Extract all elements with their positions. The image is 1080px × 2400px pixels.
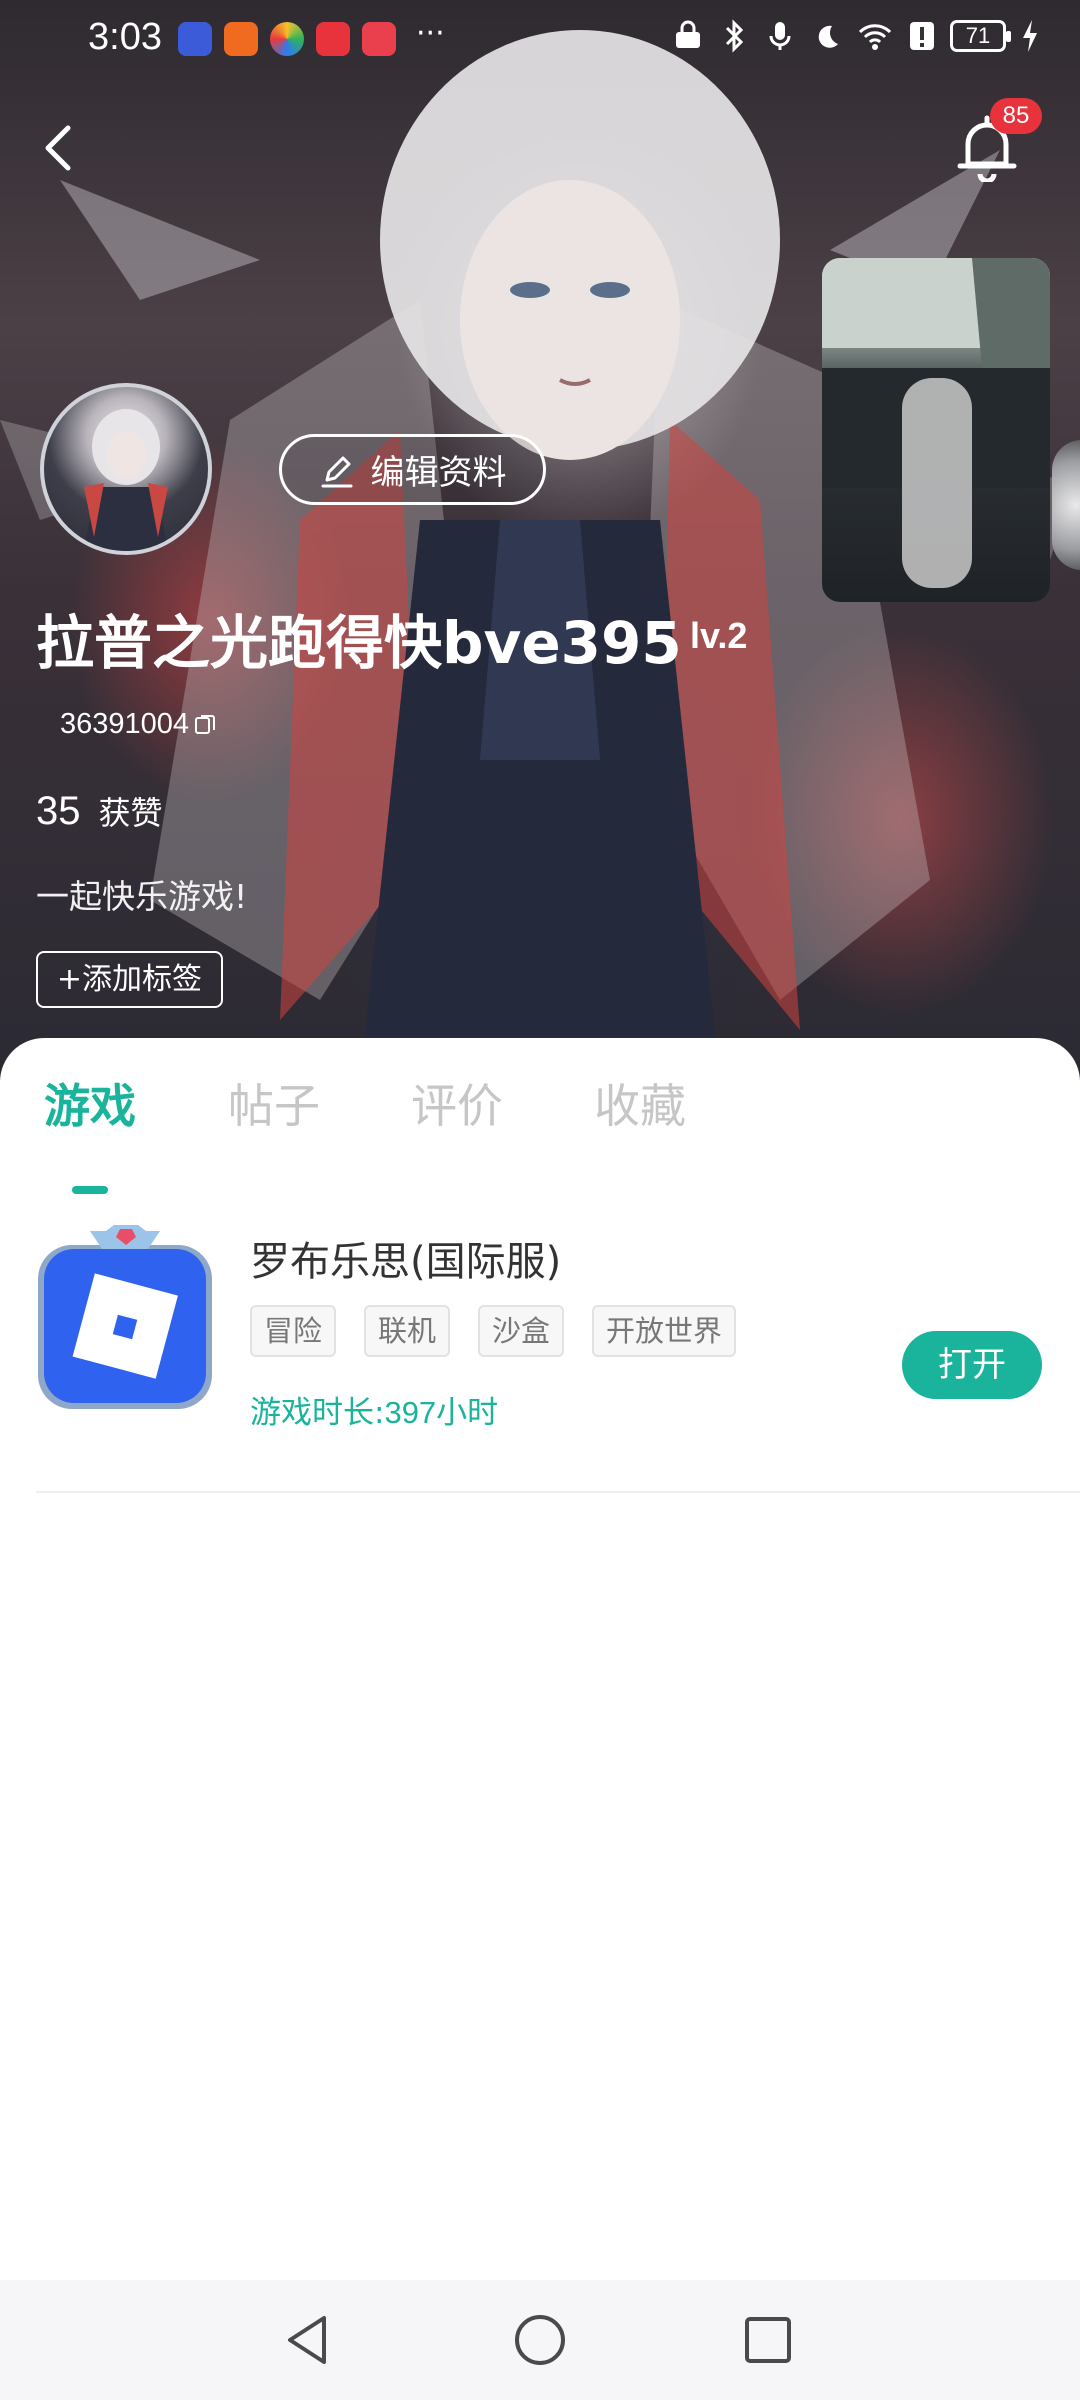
list-divider: [36, 1491, 1080, 1493]
game-tag[interactable]: 开放世界: [592, 1305, 737, 1357]
profile-tabs: 游戏 帖子 评价 收藏: [0, 1070, 1080, 1194]
bluetooth-icon: [725, 19, 744, 53]
copy-icon[interactable]: [193, 713, 217, 737]
user-id: 36391004: [60, 708, 190, 740]
user-level-badge: lv.2: [690, 615, 748, 656]
side-floating-icon[interactable]: [1052, 440, 1080, 570]
add-tag-button[interactable]: +添加标签: [36, 951, 223, 1008]
tab-games[interactable]: 游戏: [44, 1070, 136, 1136]
alert-icon: [910, 22, 934, 50]
moon-icon: [818, 25, 838, 48]
game-title: 罗布乐思(国际服): [250, 1239, 562, 1285]
vpn-icon: [676, 20, 700, 48]
game-tag[interactable]: 联机: [364, 1305, 451, 1357]
nav-recents-icon[interactable]: [738, 2310, 798, 2370]
avatar-image: [84, 409, 168, 551]
back-button[interactable]: [34, 118, 84, 178]
notification-badge: 85: [990, 98, 1042, 134]
edit-profile-button[interactable]: 编辑资料: [279, 434, 546, 505]
game-tag[interactable]: 沙盒: [478, 1305, 565, 1357]
likes-label: 获赞: [98, 794, 163, 832]
nav-back-icon[interactable]: [278, 2310, 338, 2370]
user-bio: 一起快乐游戏!: [36, 877, 248, 916]
edit-profile-label: 编辑资料: [370, 453, 507, 493]
roblox-icon[interactable]: [36, 1223, 214, 1411]
app-notification-icon: [362, 22, 396, 56]
status-notification-icons: ···: [178, 16, 445, 56]
system-navigation-bar: [0, 2280, 1080, 2400]
tab-posts[interactable]: 帖子: [228, 1070, 320, 1136]
wifi-icon: [858, 24, 892, 50]
app-notification-icon: [224, 22, 258, 56]
avatar[interactable]: [40, 383, 212, 555]
tab-favorites[interactable]: 收藏: [594, 1070, 686, 1136]
play-time-value: 397小时: [384, 1395, 499, 1430]
profile-content-sheet: 游戏 帖子 评价 收藏 罗布乐思(国际服) 冒险 联机 沙盒 开放世界 游戏时长…: [0, 1038, 1080, 2280]
open-game-button[interactable]: 打开: [902, 1331, 1042, 1399]
app-notification-icon: [270, 22, 304, 56]
user-name: 拉普之光跑得快bve395: [36, 609, 682, 677]
game-tags: 冒险 联机 沙盒 开放世界: [250, 1305, 737, 1357]
list-item[interactable]: 罗布乐思(国际服) 冒险 联机 沙盒 开放世界 游戏时长:397小时 打开: [0, 1193, 1080, 1493]
game-tag[interactable]: 冒险: [250, 1305, 337, 1357]
status-bar: 3:03 ··· 71: [0, 0, 1080, 80]
likes-row: 35 获赞: [36, 788, 163, 834]
pencil-icon: [321, 456, 352, 487]
microphone-icon: [769, 22, 791, 50]
floating-video-window[interactable]: [822, 258, 1050, 602]
user-id-row[interactable]: 36391004: [60, 708, 217, 741]
app-notification-icon: [316, 22, 350, 56]
status-time: 3:03: [88, 16, 162, 58]
tab-reviews[interactable]: 评价: [411, 1070, 503, 1136]
more-notifications-icon: ···: [416, 16, 445, 51]
status-system-icons: 71: [672, 18, 1040, 54]
charging-icon: [1023, 20, 1037, 52]
battery-indicator: 71: [950, 20, 1011, 52]
likes-count: 35: [36, 789, 81, 833]
app-notification-icon: [178, 22, 212, 56]
play-time-label: 游戏时长:: [250, 1395, 385, 1431]
video-frame: [822, 258, 1050, 588]
nav-home-icon[interactable]: [510, 2310, 570, 2370]
play-time: 游戏时长:397小时: [250, 1387, 498, 1432]
